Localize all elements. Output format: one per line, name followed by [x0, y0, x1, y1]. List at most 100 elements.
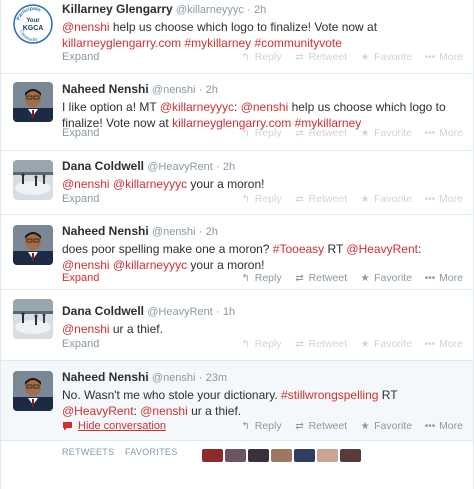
more-button[interactable]: ••• More: [424, 193, 463, 205]
author-handle[interactable]: @HeavyRent: [147, 161, 213, 173]
retweet-button[interactable]: ⇄ Retweet: [294, 338, 347, 350]
more-button[interactable]: ••• More: [424, 127, 463, 139]
tweet-item[interactable]: Naheed Nenshi @nenshi · 2h I like option…: [1, 74, 473, 151]
more-button[interactable]: ••• More: [424, 272, 463, 284]
favorite-button[interactable]: ★ Favorite: [359, 193, 412, 205]
avatar[interactable]: [271, 449, 292, 462]
more-button[interactable]: ••• More: [424, 338, 463, 350]
author-name[interactable]: Naheed Nenshi: [62, 370, 149, 384]
retweet-icon: ⇄: [295, 420, 304, 432]
retweet-button[interactable]: ⇄ Retweet: [294, 127, 347, 139]
hide-conversation-link[interactable]: Hide conversation: [62, 420, 166, 432]
mention-link[interactable]: @nenshi: [62, 20, 110, 34]
retweet-button[interactable]: ⇄ Retweet: [294, 272, 347, 284]
author-name[interactable]: Naheed Nenshi: [62, 224, 149, 238]
author-handle[interactable]: @killarneyyyc: [176, 4, 244, 16]
tweet-timeline: Participate Your KGCA Community Killarne…: [0, 0, 474, 489]
author-name[interactable]: Dana Coldwell: [62, 304, 144, 318]
retweets-stat[interactable]: RETWEETS: [62, 447, 114, 457]
reply-button[interactable]: ↰ Reply: [240, 193, 282, 205]
url-link[interactable]: killarneyglengarry.com: [62, 36, 181, 50]
hashtag-link[interactable]: #Tooeasy: [273, 242, 324, 256]
tweet-time[interactable]: 2h: [206, 226, 218, 238]
tweet-time[interactable]: 2h: [254, 4, 266, 16]
avatar[interactable]: [202, 449, 223, 462]
tweet-time[interactable]: 23m: [206, 372, 227, 384]
mention-link[interactable]: @nenshi: [62, 177, 110, 191]
more-button[interactable]: ••• More: [424, 420, 463, 432]
retweet-button[interactable]: ⇄ Retweet: [294, 51, 347, 63]
reply-button[interactable]: ↰ Reply: [240, 338, 282, 350]
expand-link[interactable]: Expand: [62, 51, 99, 63]
favorite-button[interactable]: ★ Favorite: [359, 127, 412, 139]
favorite-button[interactable]: ★ Favorite: [359, 51, 412, 63]
tweet-text: @nenshi help us choose which logo to fin…: [62, 19, 465, 51]
reply-button[interactable]: ↰ Reply: [240, 127, 282, 139]
more-button[interactable]: ••• More: [424, 51, 463, 63]
tweet-item[interactable]: Participate Your KGCA Community Killarne…: [1, 0, 473, 74]
retweet-icon: ⇄: [295, 51, 304, 63]
expand-link[interactable]: Expand: [62, 338, 99, 350]
mention-link[interactable]: @HeavyRent: [346, 242, 418, 256]
author-name[interactable]: Killarney Glengarry: [62, 2, 173, 16]
retweet-button[interactable]: ⇄ Retweet: [294, 193, 347, 205]
star-icon: ★: [360, 338, 370, 350]
avatar[interactable]: [13, 160, 53, 200]
tweet-content: Dana Coldwell @HeavyRent · 2h @nenshi @k…: [62, 159, 465, 192]
avatar[interactable]: [225, 449, 246, 462]
avatar[interactable]: [13, 82, 53, 122]
tweet-header: Naheed Nenshi @nenshi · 2h: [62, 82, 465, 97]
mention-link[interactable]: @killarneyyyc: [113, 177, 187, 191]
retweet-button[interactable]: ⇄ Retweet: [294, 420, 347, 432]
mention-link[interactable]: @nenshi: [140, 404, 188, 418]
favoriter-avatars: [202, 449, 361, 462]
reply-button[interactable]: ↰ Reply: [240, 420, 282, 432]
tweet-content: Naheed Nenshi @nenshi · 2h I like option…: [62, 82, 465, 131]
mention-link[interactable]: @nenshi: [62, 322, 110, 336]
avatar[interactable]: [248, 449, 269, 462]
avatar[interactable]: [13, 371, 53, 411]
expand-link[interactable]: Expand: [62, 272, 99, 284]
author-handle[interactable]: @nenshi: [152, 372, 196, 384]
avatar[interactable]: [317, 449, 338, 462]
author-name[interactable]: Naheed Nenshi: [62, 82, 149, 96]
tweet-time[interactable]: 2h: [206, 84, 218, 96]
more-icon: •••: [424, 127, 436, 139]
person-avatar-icon: [13, 82, 53, 122]
author-handle[interactable]: @HeavyRent: [147, 306, 213, 318]
favorite-button[interactable]: ★ Favorite: [359, 272, 412, 284]
reply-icon: ↰: [241, 193, 250, 205]
tweet-time[interactable]: 1h: [223, 306, 235, 318]
avatar[interactable]: Participate Your KGCA Community: [13, 4, 53, 44]
avatar[interactable]: [13, 299, 53, 339]
author-handle[interactable]: @nenshi: [152, 84, 196, 96]
author-handle[interactable]: @nenshi: [152, 226, 196, 238]
mention-link[interactable]: @HeavyRent: [62, 404, 134, 418]
mention-link[interactable]: @nenshi: [241, 100, 289, 114]
favorite-button[interactable]: ★ Favorite: [359, 420, 412, 432]
expand-link[interactable]: Expand: [62, 127, 99, 139]
avatar[interactable]: [13, 225, 53, 265]
tweet-actions: ↰ Reply ⇄ Retweet ★ Favorite ••• More: [240, 127, 463, 139]
favorites-stat[interactable]: FAVORITES: [125, 447, 178, 457]
hashtag-link[interactable]: #stillwrongspelling: [281, 388, 378, 402]
kgca-logo-icon: Participate Your KGCA Community: [13, 4, 53, 44]
expand-link[interactable]: Expand: [62, 193, 99, 205]
reply-button[interactable]: ↰ Reply: [240, 272, 282, 284]
author-name[interactable]: Dana Coldwell: [62, 159, 144, 173]
text-span: does poor spelling make one a moron?: [62, 242, 273, 256]
tweet-item[interactable]: Naheed Nenshi @nenshi · 2h does poor spe…: [1, 215, 473, 290]
tweet-item[interactable]: Dana Coldwell @HeavyRent · 2h @nenshi @k…: [1, 151, 473, 215]
favorite-button[interactable]: ★ Favorite: [359, 338, 412, 350]
tweet-item[interactable]: Naheed Nenshi @nenshi · 23m No. Wasn't m…: [1, 361, 473, 441]
avatar[interactable]: [294, 449, 315, 462]
avatar[interactable]: [340, 449, 361, 462]
tweet-time[interactable]: 2h: [223, 161, 235, 173]
reply-button[interactable]: ↰ Reply: [240, 51, 282, 63]
tweet-item[interactable]: Dana Coldwell @HeavyRent · 1h @nenshi ur…: [1, 290, 473, 361]
mention-link[interactable]: @nenshi: [62, 258, 110, 272]
mention-link[interactable]: @killarneyyyc: [113, 258, 187, 272]
hashtag-link[interactable]: #mykillarney: [185, 36, 252, 50]
hashtag-link[interactable]: #communityvote: [255, 36, 342, 50]
mention-link[interactable]: @killarneyyyc: [160, 100, 234, 114]
